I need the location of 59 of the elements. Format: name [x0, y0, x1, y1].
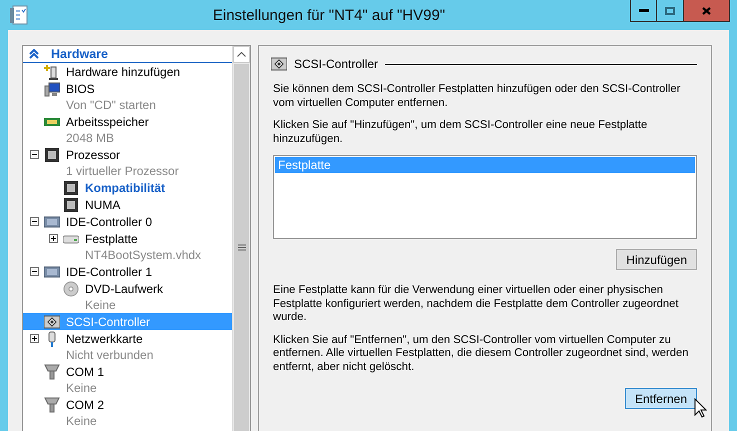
computer-icon	[44, 80, 60, 96]
group-title: SCSI-Controller	[294, 57, 378, 71]
collapse-icon[interactable]	[30, 150, 39, 159]
scrollbar[interactable]	[232, 46, 250, 431]
disc-icon	[63, 280, 79, 296]
tree-item[interactable]: COM 2	[23, 396, 232, 413]
scroll-up-icon[interactable]	[237, 52, 246, 57]
hardware-add-icon	[44, 64, 60, 80]
tree-item[interactable]: IDE-Controller 0	[23, 213, 232, 230]
tree-item-detail: Von "CD" starten	[65, 97, 157, 113]
collapse-chevron-icon	[29, 49, 39, 59]
tree-section-header[interactable]: Hardware	[23, 46, 232, 63]
description-text: Sie können dem SCSI-Controller Festplatten hinzufügen oder den SCSI-Controller vom virtuellen Computer entfernen.	[273, 83, 682, 110]
tree-item[interactable]: COM 1	[23, 363, 232, 380]
description-text: Eine Festplatte kann für die Verwendung einer virtuellen oder einer physischen Festplatte konfiguriert werden, nachdem die Festplatte dem Controller zugeordnet wurde.	[273, 284, 680, 324]
collapse-icon[interactable]	[30, 267, 39, 276]
controller-card-icon	[44, 214, 60, 230]
tree-item-detail: Keine	[84, 297, 117, 313]
tree-item[interactable]: Netzwerkkarte	[23, 330, 232, 347]
serial-port-icon	[44, 364, 60, 380]
settings-document-icon	[10, 5, 28, 25]
tree-item-detail: 2048 MB	[65, 130, 116, 146]
maximize-icon	[665, 6, 675, 14]
chip-icon	[44, 146, 60, 162]
tree-item-detail: Keine	[65, 380, 98, 396]
tree-item-detail: Keine	[65, 413, 98, 429]
close-button[interactable]	[684, 0, 730, 22]
add-button[interactable]: Hinzufügen	[616, 249, 697, 270]
scsi-icon	[44, 314, 60, 330]
mouse-pointer-icon	[694, 398, 707, 418]
remove-button[interactable]: Entfernen	[624, 388, 697, 409]
window-title: Einstellungen für "NT4" auf "HV99"	[212, 6, 446, 24]
tree-item[interactable]: Festplatte	[23, 230, 232, 247]
expand-icon[interactable]	[49, 234, 58, 243]
instruction-text: Klicken Sie auf "Entfernen", um den SCSI-Controller vom virtuellen Computer zu entfernen. Alle virtuellen Festplatten, die diesem Controller zugeordnet sind, werden entfernt, aber nicht gelöscht.	[273, 334, 690, 374]
tree-item[interactable]: NUMA	[23, 196, 232, 213]
instruction-text: Klicken Sie auf "Hinzufügen", um dem SCSI-Controller eine neue Festplatte hinzuzufügen.	[273, 119, 648, 146]
tree-item[interactable]: Hardware hinzufügen	[23, 63, 232, 80]
tree-item[interactable]: BIOS	[23, 80, 232, 97]
close-icon	[702, 6, 711, 14]
chip-icon	[63, 196, 79, 212]
tree-item[interactable]: Kompatibilität	[23, 179, 232, 196]
tree-item[interactable]: IDE-Controller 1	[23, 263, 232, 280]
collapse-icon[interactable]	[30, 217, 39, 226]
scsi-icon	[271, 56, 287, 72]
tree-item[interactable]: Arbeitsspeicher	[23, 113, 232, 130]
tree-item-detail: 1 virtueller Prozessor	[65, 163, 180, 179]
maximize-button[interactable]	[657, 0, 684, 22]
tree-item[interactable]: DVD-Laufwerk	[23, 280, 232, 297]
minimize-button[interactable]	[630, 0, 657, 22]
minimize-icon	[638, 8, 648, 12]
chip-icon	[63, 180, 79, 196]
controller-card-icon	[44, 264, 60, 280]
serial-port-icon	[44, 396, 60, 412]
expand-icon[interactable]	[30, 334, 39, 343]
tree-item-detail: NT4BootSystem.vhdx	[84, 247, 202, 263]
tree-item[interactable]: Prozessor	[23, 146, 232, 163]
tree-item-detail: Nicht verbunden	[65, 347, 154, 363]
grip-icon	[238, 244, 246, 251]
